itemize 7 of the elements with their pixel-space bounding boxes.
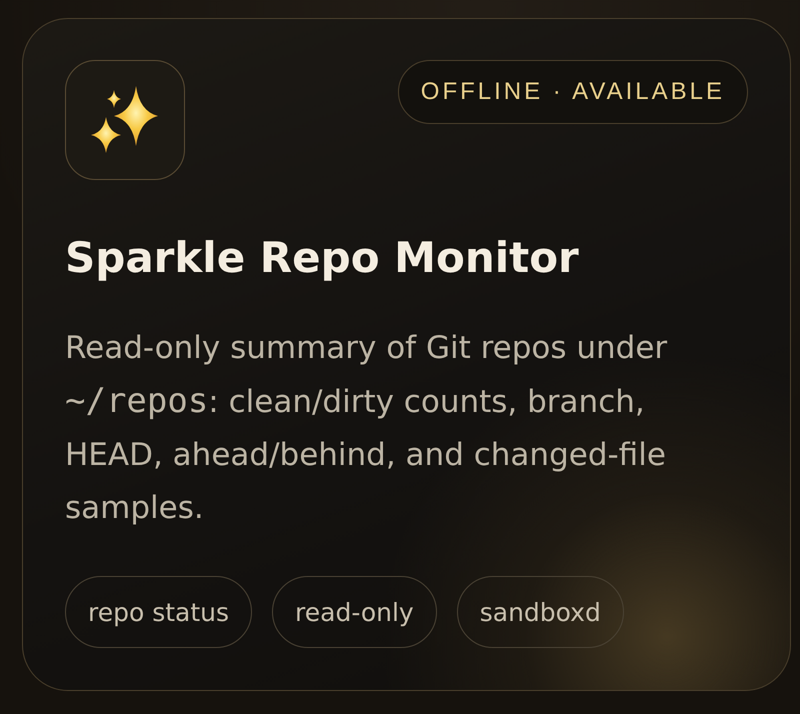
card-title: Sparkle Repo Monitor bbox=[65, 232, 580, 284]
description-text: Read-only summary of Git repos under ~/repos: clean/dirty counts, branch, HEAD, ahead/behind, and changed-file samples. bbox=[65, 329, 668, 528]
sparkles-icon bbox=[65, 60, 185, 180]
status-badge: OFFLINE · AVAILABLE bbox=[398, 60, 748, 124]
tag-chip: read-only bbox=[272, 576, 437, 648]
tag-chip: repo status bbox=[65, 576, 252, 648]
tag-chip: sandboxd bbox=[456, 576, 624, 648]
